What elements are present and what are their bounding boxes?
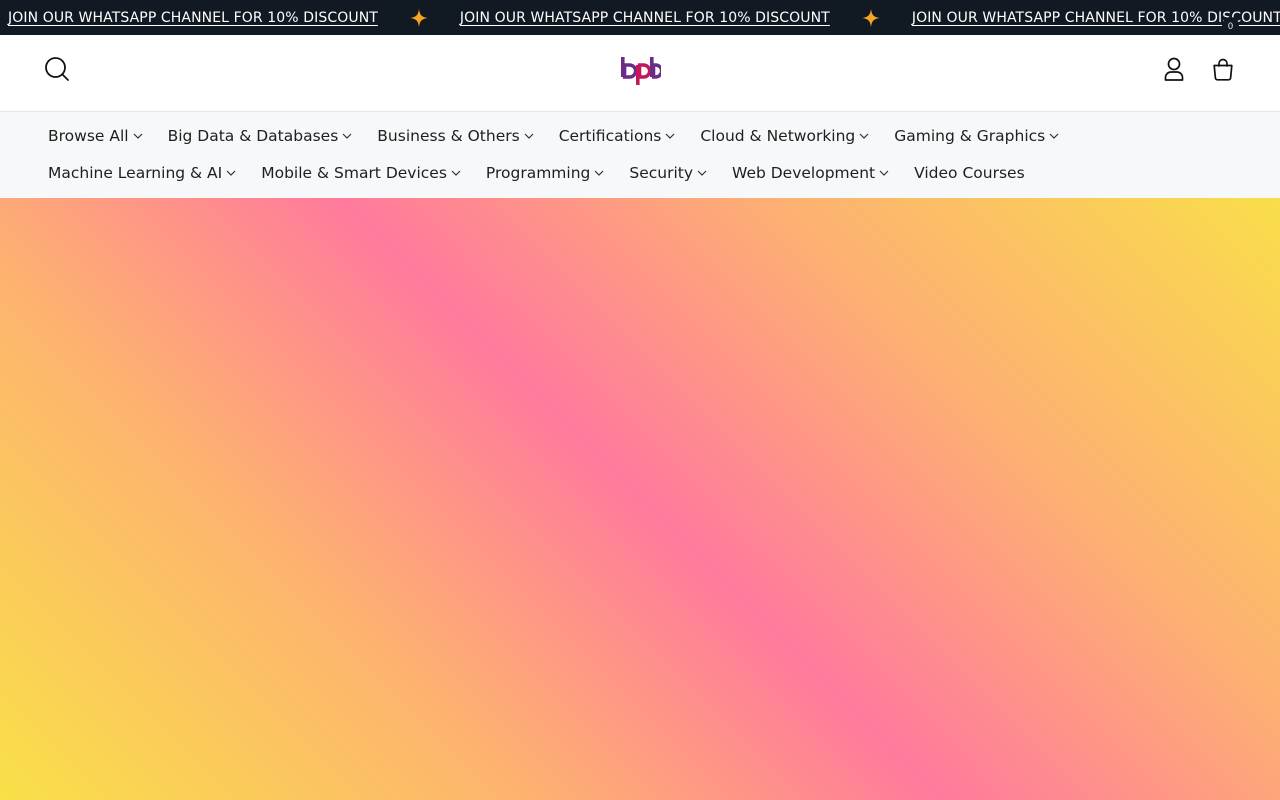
nav-item-business-others[interactable]: Business & Others (377, 127, 534, 145)
sparkle-star-icon (861, 8, 880, 27)
announcement-link[interactable]: JOIN OUR WHATSAPP CHANNEL FOR 10% DISCOU… (460, 10, 830, 26)
nav-item-label: Certifications (558, 127, 662, 145)
hero-banner (0, 198, 1280, 800)
nav-item-big-data-databases[interactable]: Big Data & Databases (168, 127, 354, 145)
chevron-down-icon (342, 133, 352, 139)
nav-item-label: Gaming & Graphics (894, 127, 1046, 145)
nav-item-gaming-graphics[interactable]: Gaming & Graphics (894, 127, 1060, 145)
shopping-bag-icon (1213, 58, 1233, 81)
chevron-down-icon (226, 170, 236, 176)
nav-item-video-courses[interactable]: Video Courses (914, 164, 1025, 182)
announcement-bar: JOIN OUR WHATSAPP CHANNEL FOR 10% DISCOU… (0, 0, 1280, 35)
chevron-down-icon (451, 170, 461, 176)
cart-button[interactable] (1209, 56, 1237, 82)
announcement-marquee: JOIN OUR WHATSAPP CHANNEL FOR 10% DISCOU… (8, 0, 1280, 35)
nav-item-label: Video Courses (914, 164, 1025, 182)
chevron-down-icon (697, 170, 707, 176)
nav-item-label: Browse All (48, 127, 129, 145)
nav-item-label: Security (629, 164, 694, 182)
user-icon (1164, 57, 1184, 81)
search-button[interactable] (43, 55, 71, 83)
category-nav-row: Browse All Big Data & Databases Business… (48, 125, 1084, 147)
nav-item-security[interactable]: Security (629, 164, 708, 182)
nav-item-label: Mobile & Smart Devices (261, 164, 447, 182)
announcement-link[interactable]: JOIN OUR WHATSAPP CHANNEL FOR 10% DISCOU… (8, 10, 378, 26)
chevron-down-icon (859, 133, 869, 139)
cart-count-badge: 0 (1222, 17, 1239, 34)
nav-item-cloud-networking[interactable]: Cloud & Networking (700, 127, 870, 145)
nav-item-programming[interactable]: Programming (486, 164, 605, 182)
nav-item-label: Cloud & Networking (700, 127, 856, 145)
chevron-down-icon (1049, 133, 1059, 139)
nav-item-browse-all[interactable]: Browse All (48, 127, 144, 145)
chevron-down-icon (879, 170, 889, 176)
nav-item-web-development[interactable]: Web Development (732, 164, 890, 182)
category-nav: Browse All Big Data & Databases Business… (0, 112, 1280, 198)
chevron-down-icon (665, 133, 675, 139)
category-nav-row: Machine Learning & AI Mobile & Smart Dev… (48, 162, 1049, 184)
nav-item-label: Business & Others (377, 127, 520, 145)
chevron-down-icon (524, 133, 534, 139)
nav-item-label: Web Development (732, 164, 876, 182)
sparkle-star-icon (409, 8, 428, 27)
nav-item-label: Programming (485, 164, 591, 182)
account-button[interactable] (1162, 56, 1186, 82)
nav-item-mobile-smart-devices[interactable]: Mobile & Smart Devices (261, 164, 462, 182)
chevron-down-icon (133, 133, 143, 139)
site-header (0, 35, 1280, 112)
nav-item-certifications[interactable]: Certifications (559, 127, 677, 145)
nav-item-machine-learning-ai[interactable]: Machine Learning & AI (48, 164, 237, 182)
nav-item-label: Big Data & Databases (167, 127, 339, 145)
nav-item-label: Machine Learning & AI (48, 164, 223, 182)
chevron-down-icon (594, 170, 604, 176)
search-icon (45, 57, 69, 81)
bpb-logo[interactable] (619, 55, 661, 85)
